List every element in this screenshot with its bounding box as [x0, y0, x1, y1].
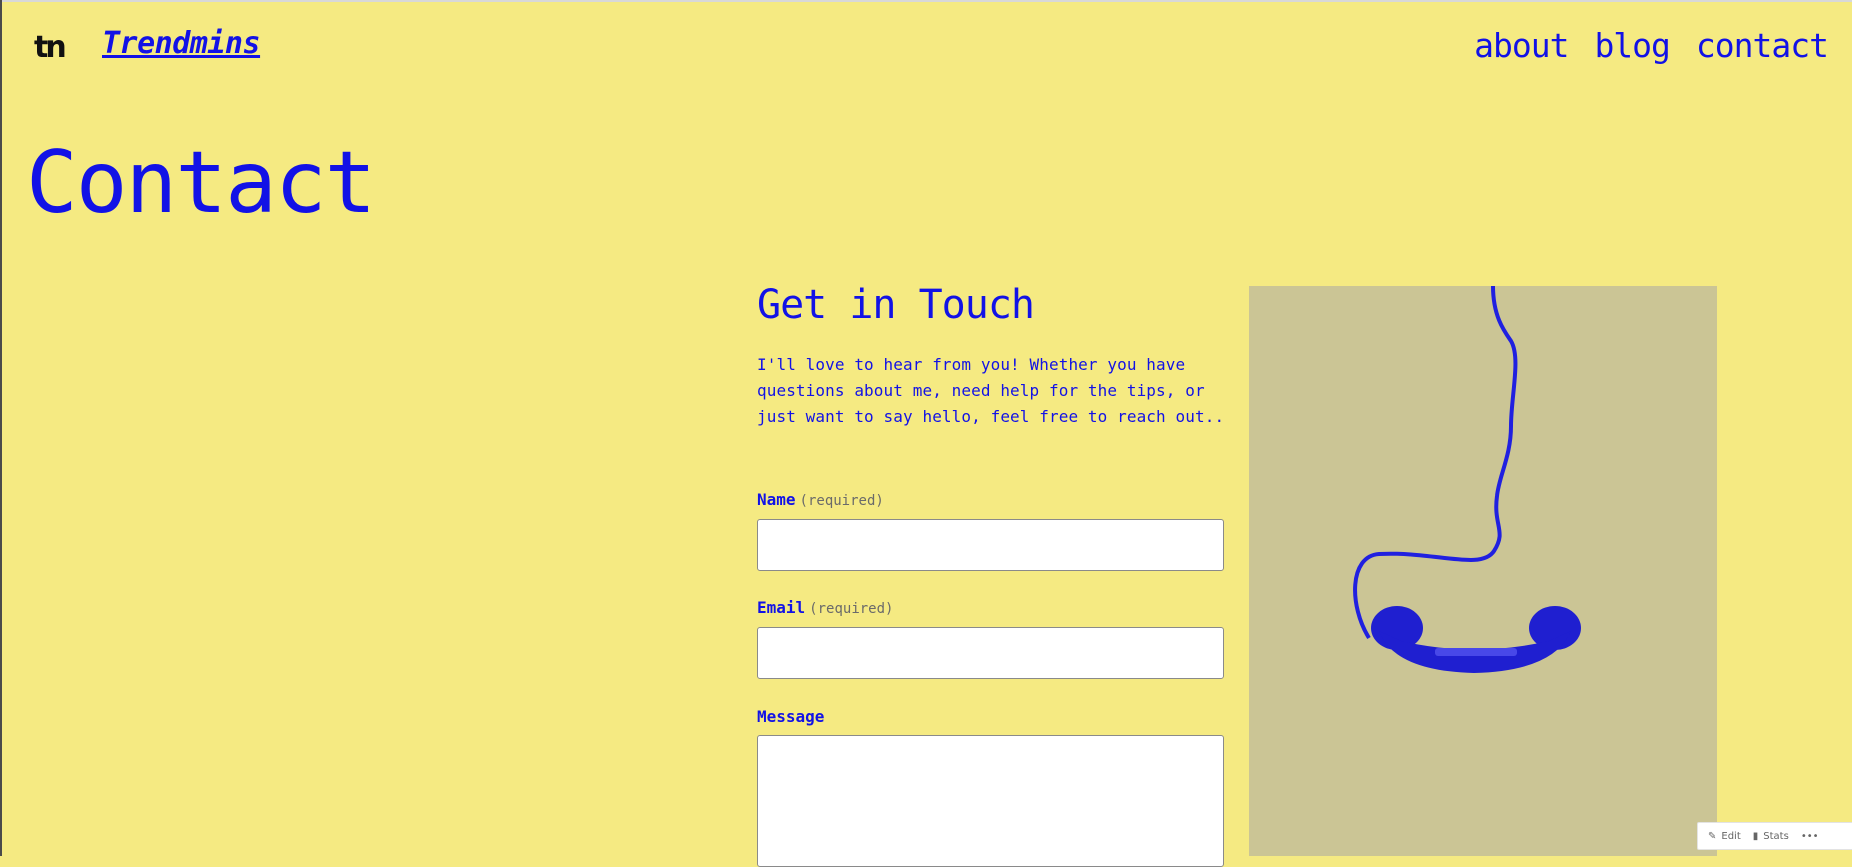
- section-heading: Get in Touch: [757, 282, 1035, 328]
- browser-left-edge: [0, 0, 2, 856]
- edit-label: Edit: [1721, 830, 1741, 842]
- edit-button[interactable]: ✎ Edit: [1708, 831, 1741, 842]
- stats-button[interactable]: ▮ Stats: [1753, 831, 1789, 842]
- name-input[interactable]: [757, 519, 1224, 571]
- message-label: Message: [757, 707, 824, 726]
- site-title-link[interactable]: Trendmins: [102, 26, 261, 61]
- browser-top-edge: [0, 0, 1852, 2]
- required-hint: (required): [799, 493, 884, 509]
- intro-text: I'll love to hear from you! Whether you …: [757, 355, 1225, 426]
- email-input[interactable]: [757, 627, 1224, 679]
- bar-chart-icon: ▮: [1752, 830, 1759, 842]
- message-label-text: Message: [757, 707, 825, 726]
- nav-about[interactable]: about: [1474, 26, 1569, 65]
- stats-label: Stats: [1763, 830, 1789, 842]
- telephone-handset-icon: [1353, 286, 1581, 673]
- name-label-text: Name: [757, 490, 796, 509]
- pencil-icon: ✎: [1708, 830, 1717, 842]
- main-nav: about blog contact: [1474, 26, 1829, 65]
- name-label: Name (required): [757, 490, 884, 509]
- contact-form-section: Get in Touch I'll love to hear from you!…: [757, 282, 1224, 867]
- more-icon: •••: [1800, 830, 1819, 842]
- nav-blog[interactable]: blog: [1594, 26, 1670, 65]
- more-button[interactable]: •••: [1801, 831, 1819, 842]
- email-label: Email (required): [757, 598, 893, 617]
- page-title: Contact: [26, 133, 376, 233]
- site-logo[interactable]: tn: [34, 30, 67, 65]
- required-hint: (required): [809, 601, 894, 617]
- message-textarea[interactable]: [757, 735, 1224, 867]
- telephone-image: [1249, 286, 1717, 856]
- admin-toolbar: ✎ Edit ▮ Stats •••: [1697, 822, 1852, 850]
- nav-contact[interactable]: contact: [1696, 26, 1829, 65]
- email-label-text: Email: [757, 598, 806, 617]
